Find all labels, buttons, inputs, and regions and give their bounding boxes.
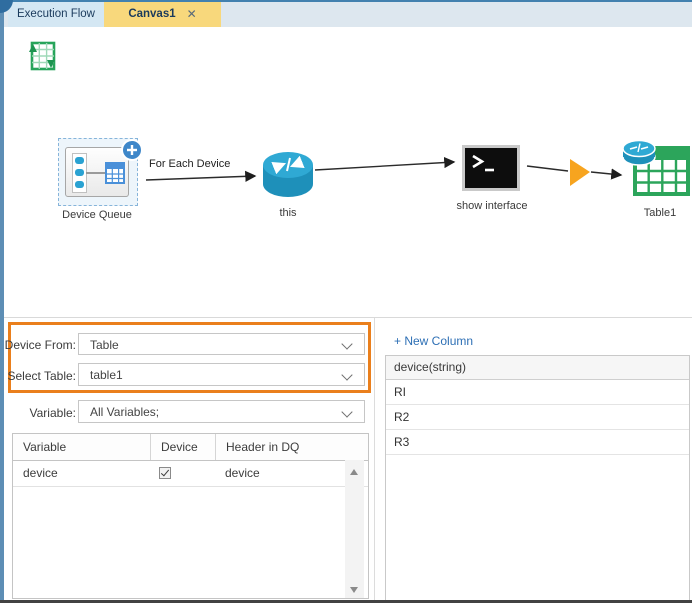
queue-table-icon: [105, 162, 125, 184]
device-queue-label: Device Queue: [48, 209, 146, 221]
router-label: this: [258, 207, 318, 219]
table-sync-icon[interactable]: [26, 38, 58, 74]
panel-divider-vertical: [374, 318, 375, 600]
tab-canvas1[interactable]: Canvas1 ✕: [104, 2, 221, 27]
tab-execution-flow[interactable]: Execution Flow: [8, 2, 104, 27]
table-row[interactable]: R3: [386, 430, 689, 455]
edge-label-for-each-device: For Each Device: [149, 158, 230, 170]
orange-arrow-icon: [570, 159, 590, 186]
output-column-header: device(string): [386, 356, 689, 380]
table-row[interactable]: RI: [386, 380, 689, 405]
panel-divider-horizontal: [4, 317, 692, 318]
column-header-variable: Variable: [13, 434, 150, 460]
variables-table: Variable Device Header in DQ device devi…: [12, 433, 369, 599]
table1-router-icon: [622, 139, 656, 166]
command-label: show interface: [452, 200, 532, 212]
table-row[interactable]: device device: [13, 461, 368, 487]
router-icon[interactable]: [262, 151, 314, 198]
close-icon[interactable]: ✕: [187, 2, 197, 27]
select-table-value: table1: [90, 368, 123, 382]
variable-label: Variable:: [0, 406, 76, 420]
new-column-link[interactable]: + New Column: [394, 334, 473, 348]
variables-table-header: Variable Device Header in DQ: [13, 434, 368, 461]
variable-value: All Variables;: [90, 405, 159, 419]
tab-bar: Execution Flow Canvas1 ✕: [4, 2, 692, 28]
column-header-header-in-dq: Header in DQ: [215, 434, 368, 460]
chevron-down-icon: [341, 369, 352, 380]
device-from-value: Table: [90, 338, 119, 352]
queue-list-icon: [72, 153, 87, 193]
device-from-label: Device From:: [0, 338, 76, 352]
scroll-down-icon[interactable]: [350, 587, 358, 593]
tab-canvas1-label: Canvas1: [128, 2, 175, 27]
scroll-up-icon[interactable]: [350, 469, 358, 475]
device-queue-icon: [65, 147, 129, 197]
select-table-select[interactable]: table1: [78, 363, 365, 386]
variable-select[interactable]: All Variables;: [78, 400, 365, 423]
device-queue-node[interactable]: [58, 138, 138, 206]
app-window: Execution Flow Canvas1 ✕ For Each Device: [0, 0, 692, 608]
column-header-device: Device: [150, 434, 215, 460]
bottom-border: [0, 600, 692, 603]
device-checkbox[interactable]: [159, 467, 171, 479]
select-table-label: Select Table:: [0, 369, 76, 383]
device-from-select[interactable]: Table: [78, 333, 365, 355]
chevron-down-icon: [341, 406, 352, 417]
plus-badge-icon[interactable]: [121, 139, 143, 161]
chevron-down-icon: [341, 338, 352, 349]
vertical-scrollbar[interactable]: [345, 460, 364, 598]
table-row[interactable]: R2: [386, 405, 689, 430]
output-table: device(string) RI R2 R3: [385, 355, 690, 600]
cell-variable: device: [13, 461, 150, 486]
table1-label: Table1: [629, 207, 691, 219]
terminal-icon[interactable]: [462, 145, 520, 191]
